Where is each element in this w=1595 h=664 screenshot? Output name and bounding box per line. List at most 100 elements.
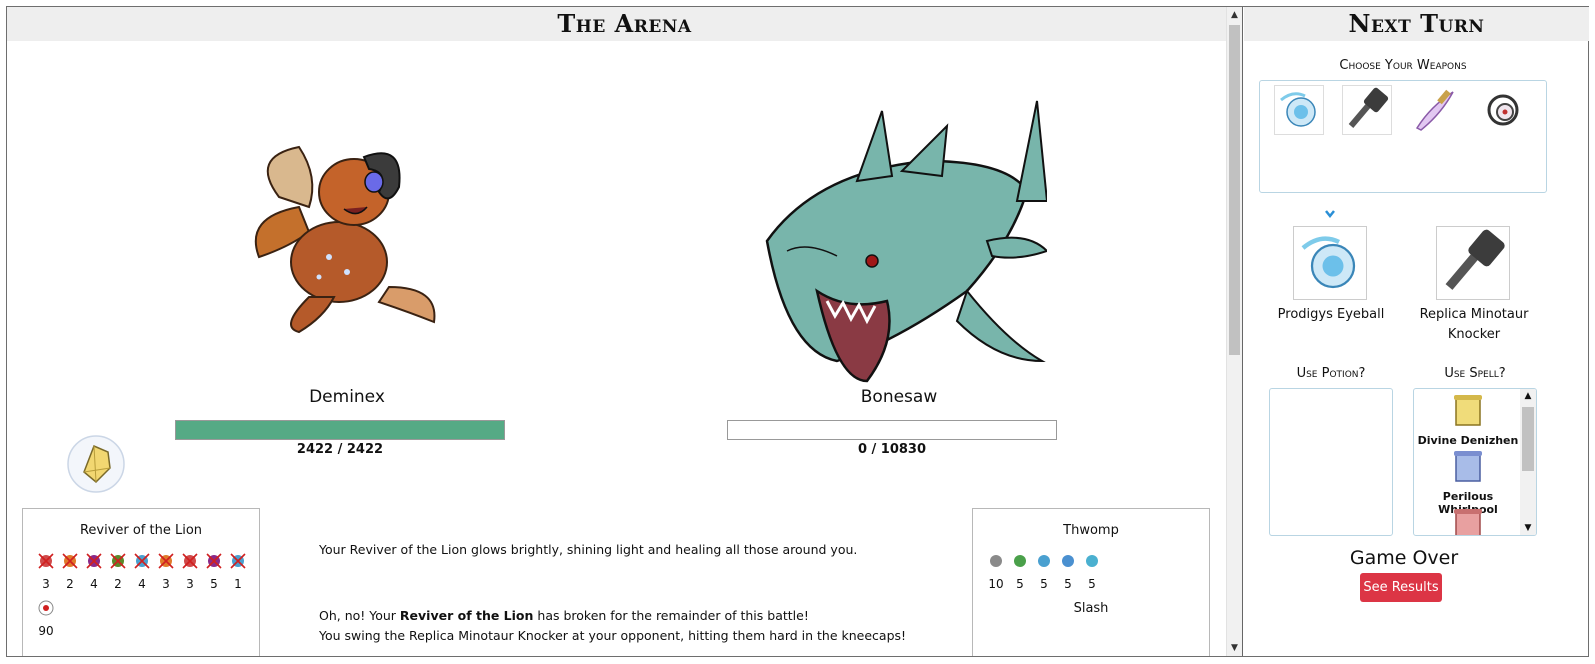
scroll-down-arrow-icon[interactable]: ▼ xyxy=(1520,521,1536,535)
use-potion-label: Use Potion? xyxy=(1296,366,1366,381)
next-turn-title: Next Turn xyxy=(1244,7,1589,41)
eyeball-icon xyxy=(1301,236,1356,289)
player-hp-text: 2422 / 2422 xyxy=(296,442,384,457)
player-effect: 3 xyxy=(35,552,57,591)
effect-icon xyxy=(1038,555,1050,567)
effect-icon xyxy=(62,553,78,569)
effect-icon xyxy=(38,553,54,569)
effect-value: 5 xyxy=(210,577,218,591)
player-effect: 3 xyxy=(179,552,201,591)
opponent-image xyxy=(765,100,1047,383)
effect-value: 4 xyxy=(138,577,146,591)
player-effect: 3 xyxy=(155,552,177,591)
chosen-weapon-2[interactable] xyxy=(1436,226,1510,300)
effect-value: 5 xyxy=(1016,577,1024,591)
amulet-icon xyxy=(1487,94,1519,126)
arena-title: The Arena xyxy=(7,7,1242,41)
player-effects-row: 3 2 4 2 4 3 3 5 1 xyxy=(23,552,259,591)
effect-icon xyxy=(990,555,1002,567)
effect-value: 10 xyxy=(988,577,1004,591)
effect-value: 5 xyxy=(1040,577,1048,591)
eyeball-icon xyxy=(1280,92,1316,127)
effect-icon xyxy=(1086,555,1098,567)
effect-value: 4 xyxy=(90,577,98,591)
spell-scrollbar[interactable]: ▲ ▼ xyxy=(1520,389,1536,535)
effect-icon xyxy=(134,553,150,569)
weapon-slot-knocker[interactable] xyxy=(1342,85,1392,135)
effect-icon xyxy=(206,553,222,569)
effect-value: 2 xyxy=(66,577,74,591)
effect-value: 3 xyxy=(162,577,170,591)
opponent-name: Bonesaw xyxy=(860,387,938,407)
spell-item-divine[interactable]: Divine Denizhen xyxy=(1414,391,1522,447)
scroll-icon xyxy=(1454,395,1482,426)
opponent-effects-box: Thwomp 10 5 5 5 5 Slash xyxy=(972,508,1210,656)
log-line-2: Oh, no! Your Reviver of the Lion has bro… xyxy=(319,606,959,626)
player-effect: 4 xyxy=(83,552,105,591)
spell-scroll-thumb[interactable] xyxy=(1522,407,1534,471)
effect-icon xyxy=(158,553,174,569)
scroll-up-arrow-icon[interactable]: ▲ xyxy=(1520,389,1536,403)
effect-icon xyxy=(182,553,198,569)
log-line-1: Your Reviver of the Lion glows brightly,… xyxy=(319,542,858,557)
opponent-effect: 5 xyxy=(1057,552,1079,591)
effect-value: 5 xyxy=(1064,577,1072,591)
effect-icon xyxy=(230,553,246,569)
player-effect: 2 xyxy=(59,552,81,591)
player-effect: 2 xyxy=(107,552,129,591)
player-effects-row-2: 90 xyxy=(23,599,259,638)
crystal-icon xyxy=(67,435,125,493)
effect-value: 3 xyxy=(42,577,50,591)
scroll-icon xyxy=(1454,509,1482,535)
opponent-effects-title-2: Slash xyxy=(1073,601,1109,616)
effect-icon xyxy=(110,553,126,569)
player-effect: 1 xyxy=(227,552,249,591)
arena-panel: The Arena Deminex 2422 / 2422 Bonesaw 0 … xyxy=(7,7,1243,656)
opponent-effect: 5 xyxy=(1009,552,1031,591)
arrow-down-icon xyxy=(1325,210,1335,219)
game-frame: The Arena Deminex 2422 / 2422 Bonesaw 0 … xyxy=(6,6,1589,657)
player-effect: 5 xyxy=(203,552,225,591)
battle-log: Your Reviver of the Lion glows brightly,… xyxy=(319,540,959,646)
player-effect: 4 xyxy=(131,552,153,591)
potion-box[interactable] xyxy=(1269,388,1393,536)
opponent-hp-text: 0 / 10830 xyxy=(857,442,927,457)
see-results-button[interactable]: See Results xyxy=(1360,573,1442,602)
spell-box[interactable]: Divine Denizhen Perilous Whirlpool ▲ ▼ xyxy=(1413,388,1537,536)
knocker-icon xyxy=(1348,87,1389,128)
effect-value: 90 xyxy=(38,624,54,638)
effect-icon xyxy=(1062,555,1074,567)
player-hp-bar xyxy=(175,420,505,440)
chosen-weapon-1[interactable] xyxy=(1293,226,1367,300)
weapon-slot-amulet[interactable] xyxy=(1478,85,1528,135)
player-pet-image xyxy=(254,145,436,334)
chosen-weapon-2-name: Replica Minotaur Knocker xyxy=(1419,307,1529,342)
opponent-effects-row: 10 5 5 5 5 xyxy=(973,552,1209,591)
weapon-slot-sword[interactable] xyxy=(1410,85,1460,135)
player-effect: 90 xyxy=(35,599,57,638)
effect-value: 5 xyxy=(1088,577,1096,591)
scroll-icon xyxy=(1454,451,1482,482)
effect-value: 3 xyxy=(186,577,194,591)
choose-weapons-label: Choose Your Weapons xyxy=(1339,58,1467,73)
use-spell-label: Use Spell? xyxy=(1444,366,1506,381)
log-line-3: You swing the Replica Minotaur Knocker a… xyxy=(319,628,907,643)
scroll-up-arrow-icon[interactable]: ▲ xyxy=(1227,7,1242,23)
knocker-icon xyxy=(1445,229,1505,290)
scroll-thumb[interactable] xyxy=(1229,25,1240,355)
effect-icon xyxy=(86,553,102,569)
log-line-2-post: has broken for the remainder of this bat… xyxy=(533,608,809,623)
scroll-down-arrow-icon[interactable]: ▼ xyxy=(1227,640,1242,656)
game-over-text: Game Over xyxy=(1349,547,1459,569)
opponent-effect: 5 xyxy=(1081,552,1103,591)
effect-value: 2 xyxy=(114,577,122,591)
spell-item-3[interactable] xyxy=(1414,505,1522,535)
arena-scrollbar[interactable]: ▲ ▼ xyxy=(1226,7,1242,656)
next-turn-panel: Next Turn Choose Your Weapons Prodigys E… xyxy=(1244,7,1589,656)
spell-1-name: Divine Denizhen xyxy=(1417,434,1519,447)
weapon-slot-eyeball[interactable] xyxy=(1274,85,1324,135)
log-line-2-pre: Oh, no! Your xyxy=(319,608,400,623)
player-effects-title: Reviver of the Lion xyxy=(79,523,203,538)
sword-icon xyxy=(1415,89,1454,131)
opponent-effects-title: Thwomp xyxy=(1063,523,1119,538)
